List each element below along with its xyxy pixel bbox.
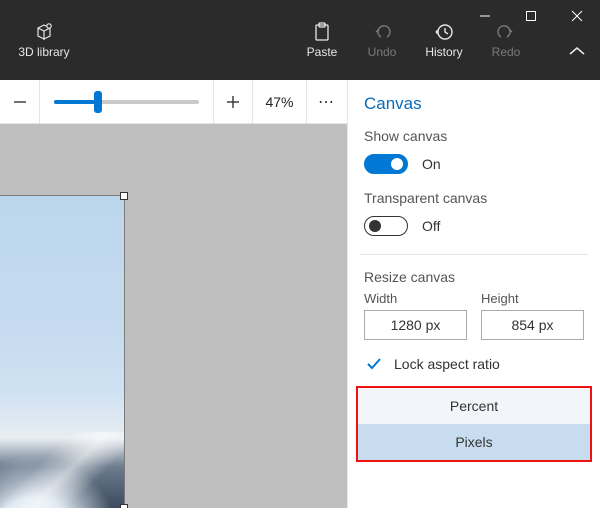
canvas-viewport[interactable] — [0, 124, 347, 508]
cube-icon — [34, 21, 54, 43]
title-bar: 3D library Paste Undo — [0, 0, 600, 80]
maximize-button[interactable] — [508, 0, 554, 32]
resize-handle[interactable] — [120, 504, 128, 508]
history-icon — [434, 21, 454, 43]
toolbar-label: History — [425, 45, 462, 59]
zoom-bar: 47% ⋯ — [0, 80, 347, 124]
show-canvas-label: Show canvas — [348, 124, 600, 148]
undo-icon — [372, 21, 392, 43]
canvas-panel: Canvas Show canvas On Transparent canvas… — [348, 80, 600, 508]
toggle-state: On — [422, 156, 441, 172]
zoom-slider[interactable] — [54, 100, 199, 104]
transparent-canvas-label: Transparent canvas — [348, 186, 600, 210]
height-label: Height — [481, 291, 584, 306]
width-input[interactable]: 1280 px — [364, 310, 467, 340]
zoom-out-button[interactable] — [0, 80, 40, 124]
chevron-up-icon[interactable] — [568, 44, 586, 62]
toolbar-label: Undo — [368, 45, 397, 59]
resize-canvas-label: Resize canvas — [348, 265, 600, 289]
width-label: Width — [364, 291, 467, 306]
unit-option-pixels[interactable]: Pixels — [358, 424, 590, 460]
toolbar-label: 3D library — [18, 45, 69, 59]
height-input[interactable]: 854 px — [481, 310, 584, 340]
toggle-state: Off — [422, 218, 440, 234]
show-canvas-toggle[interactable] — [364, 154, 408, 174]
toolbar-3d-library[interactable]: 3D library — [4, 21, 84, 59]
close-button[interactable] — [554, 0, 600, 32]
transparent-canvas-toggle[interactable] — [364, 216, 408, 236]
resize-handle[interactable] — [120, 192, 128, 200]
unit-option-percent[interactable]: Percent — [358, 388, 590, 424]
toolbar-paste[interactable]: Paste — [292, 21, 352, 59]
panel-title: Canvas — [348, 90, 600, 124]
minimize-button[interactable] — [462, 0, 508, 32]
toolbar-label: Paste — [307, 45, 338, 59]
zoom-in-button[interactable] — [213, 80, 253, 124]
lock-aspect-checkbox[interactable] — [364, 354, 384, 374]
canvas-image[interactable] — [0, 196, 124, 508]
lock-aspect-label: Lock aspect ratio — [394, 356, 500, 372]
clipboard-icon — [313, 21, 331, 43]
toolbar-label: Redo — [492, 45, 521, 59]
units-dropdown: Percent Pixels — [356, 386, 592, 462]
more-button[interactable]: ⋯ — [307, 92, 347, 112]
toolbar-undo[interactable]: Undo — [352, 21, 412, 59]
zoom-value[interactable]: 47% — [253, 80, 307, 124]
